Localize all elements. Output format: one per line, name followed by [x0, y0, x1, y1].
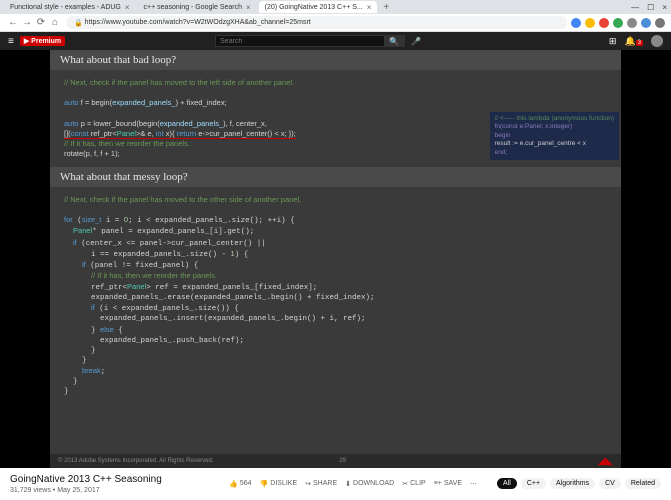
search-input[interactable] — [216, 36, 384, 46]
code-block-1: // Next, check if the panel has moved to… — [50, 70, 621, 167]
code-tooltip: // <----- this lambda (anonymous functio… — [490, 112, 619, 160]
save-button[interactable]: ≡+ SAVE — [434, 480, 462, 487]
create-icon[interactable]: ⊞ — [609, 36, 617, 47]
share-button[interactable]: ↪ SHARE — [305, 480, 337, 488]
extension-icon[interactable] — [641, 18, 651, 28]
youtube-logo[interactable]: ▶ Premium — [20, 36, 65, 46]
page-number: 29 — [339, 458, 346, 464]
account-avatar[interactable] — [651, 35, 663, 47]
chip-cv[interactable]: CV — [599, 478, 621, 489]
profile-avatar[interactable] — [655, 18, 665, 28]
extension-icon[interactable] — [599, 18, 609, 28]
search-bar: 🔍 — [215, 35, 405, 47]
window-controls: — ☐ × — [631, 3, 667, 12]
browser-tab-strip: Functional style - examples - ADUG × c++ … — [0, 0, 671, 14]
dislike-button[interactable]: 👎 DISLIKE — [260, 480, 298, 488]
slide-content: What about that bad loop? // Next, check… — [50, 50, 621, 468]
video-details: GoingNative 2013 C++ Seasoning 31,729 vi… — [0, 468, 671, 500]
filter-chips: All C++ Algorithms CV Related — [497, 478, 661, 489]
notification-badge: 3 — [636, 40, 643, 46]
address-bar[interactable]: 🔒 https://www.youtube.com/watch?v=W2tWOd… — [66, 16, 567, 29]
adobe-logo-icon: ◢◣ — [598, 456, 613, 467]
home-button[interactable]: ⌂ — [48, 17, 62, 28]
slide-footer: © 2013 Adobe Systems Incorporated. All R… — [50, 454, 621, 468]
slide-heading-2: What about that messy loop? — [50, 167, 621, 187]
maximize-icon[interactable]: ☐ — [647, 3, 654, 12]
chip-related[interactable]: Related — [625, 478, 661, 489]
close-icon[interactable]: × — [367, 3, 372, 12]
clip-button[interactable]: ✂ CLIP — [402, 480, 425, 488]
extension-icon[interactable] — [613, 18, 623, 28]
url-text: https://www.youtube.com/watch?v=W2tWOdzg… — [85, 19, 311, 26]
like-button[interactable]: 👍 564 — [229, 480, 251, 488]
download-button[interactable]: ⬇ DOWNLOAD — [345, 480, 394, 488]
browser-toolbar: ← → ⟳ ⌂ 🔒 https://www.youtube.com/watch?… — [0, 14, 671, 32]
extension-icon[interactable] — [627, 18, 637, 28]
video-player[interactable]: What about that bad loop? // Next, check… — [0, 50, 671, 468]
code-block-2: // Next, check if the panel has moved to… — [50, 187, 621, 405]
close-icon[interactable]: × — [246, 3, 251, 12]
voice-search-icon[interactable]: 🎤 — [411, 37, 421, 46]
tab-title: (20) GoingNative 2013 C++ S... — [265, 4, 363, 11]
hamburger-icon[interactable]: ≡ — [8, 36, 14, 47]
extension-icon[interactable] — [571, 18, 581, 28]
chip-cpp[interactable]: C++ — [521, 478, 546, 489]
browser-tab-1[interactable]: Functional style - examples - ADUG × — [4, 1, 136, 13]
back-button[interactable]: ← — [6, 17, 20, 28]
chip-algorithms[interactable]: Algorithms — [550, 478, 595, 489]
more-icon[interactable]: ⋯ — [470, 480, 477, 488]
forward-button[interactable]: → — [20, 17, 34, 28]
chip-all[interactable]: All — [497, 478, 517, 489]
browser-tab-2[interactable]: c++ seasoning - Google Search × — [138, 1, 257, 13]
search-button[interactable]: 🔍 — [384, 36, 404, 46]
slide-heading-1: What about that bad loop? — [50, 50, 621, 70]
close-icon[interactable]: × — [125, 3, 130, 12]
copyright-text: © 2013 Adobe Systems Incorporated. All R… — [58, 458, 214, 464]
notifications-icon[interactable]: 🔔3 — [624, 36, 643, 47]
extension-icon[interactable] — [585, 18, 595, 28]
new-tab-button[interactable]: + — [383, 2, 389, 13]
youtube-header: ≡ ▶ Premium 🔍 🎤 ⊞ 🔔3 — [0, 32, 671, 50]
extension-icons — [571, 18, 665, 28]
tab-title: Functional style - examples - ADUG — [10, 4, 121, 11]
reload-button[interactable]: ⟳ — [34, 17, 48, 28]
close-window-icon[interactable]: × — [662, 3, 667, 12]
browser-tab-3-active[interactable]: (20) GoingNative 2013 C++ S... × — [259, 1, 378, 13]
minimize-icon[interactable]: — — [631, 3, 639, 12]
lock-icon: 🔒 — [74, 19, 83, 27]
tab-title: c++ seasoning - Google Search — [144, 4, 242, 11]
video-metadata: 31,729 views • May 25, 2017 — [10, 487, 100, 494]
